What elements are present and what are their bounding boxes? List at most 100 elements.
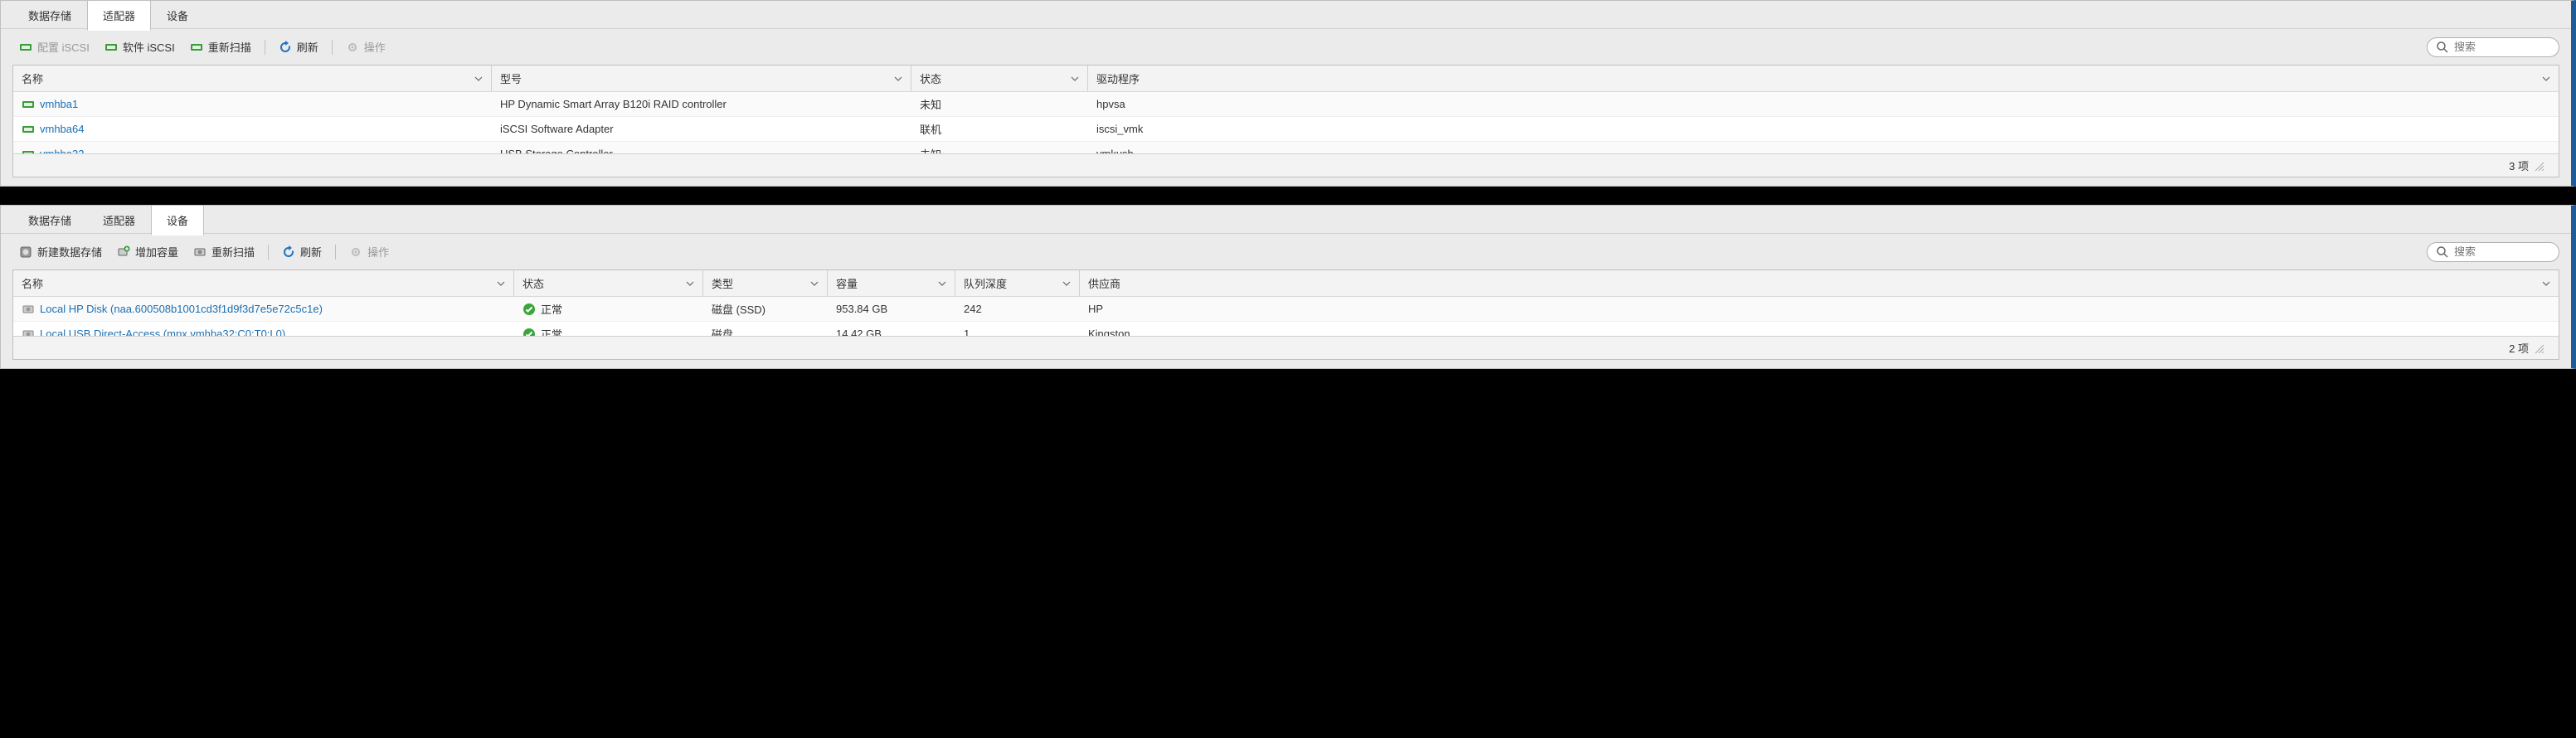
adapter-link[interactable]: vmhba32	[40, 148, 84, 153]
cell-type: 磁盘 (SSD)	[703, 297, 828, 321]
tab-devices[interactable]: 设备	[151, 0, 204, 30]
table-row[interactable]: vmhba64 iSCSI Software Adapter 联机 iscsi_…	[13, 117, 2559, 142]
resize-corner-icon[interactable]	[2534, 161, 2544, 171]
resize-corner-icon[interactable]	[2534, 343, 2544, 353]
rescan-button[interactable]: 重新扫描	[183, 36, 258, 58]
toolbar-panel2: 新建数据存储 增加容量 重新扫描 刷新 操作	[1, 234, 2571, 269]
tab-adapters[interactable]: 适配器	[87, 0, 151, 31]
chevron-down-icon	[810, 279, 819, 288]
cell-status: 未知	[911, 92, 1088, 116]
cell-type: 磁盘	[703, 322, 828, 336]
gear-icon	[349, 245, 362, 259]
search-box[interactable]	[2427, 37, 2559, 57]
col-label: 容量	[836, 275, 858, 291]
col-label: 类型	[712, 275, 733, 291]
col-label: 名称	[22, 275, 43, 291]
col-label: 状态	[920, 70, 941, 86]
datastore-icon	[19, 245, 32, 259]
cell-model: HP Dynamic Smart Array B120i RAID contro…	[492, 92, 911, 116]
cell-model: USB Storage Controller	[492, 142, 911, 153]
refresh-icon	[279, 41, 292, 54]
cell-model: iSCSI Software Adapter	[492, 117, 911, 141]
col-label: 状态	[522, 275, 544, 291]
col-label: 名称	[22, 70, 43, 86]
hba-icon	[19, 41, 32, 54]
gear-icon	[346, 41, 359, 54]
col-label: 供应商	[1088, 275, 1120, 291]
adapter-link[interactable]: vmhba1	[40, 98, 78, 110]
col-status[interactable]: 状态	[911, 66, 1088, 91]
table-row[interactable]: vmhba32 USB Storage Controller 未知 vmkusb	[13, 142, 2559, 153]
actions-label: 操作	[364, 39, 386, 55]
cell-driver: iscsi_vmk	[1088, 117, 2559, 141]
actions-button: 操作	[339, 36, 392, 58]
table-row[interactable]: vmhba1 HP Dynamic Smart Array B120i RAID…	[13, 92, 2559, 117]
increase-capacity-button[interactable]: 增加容量	[110, 240, 185, 263]
cell-vendor: HP	[1080, 297, 2559, 321]
search-box[interactable]	[2427, 242, 2559, 262]
col-name[interactable]: 名称	[13, 66, 492, 91]
new-datastore-label: 新建数据存储	[37, 244, 102, 260]
table-footer: 3 项	[13, 153, 2559, 177]
search-input[interactable]	[2454, 245, 2550, 258]
rescan-label: 重新扫描	[208, 39, 251, 55]
devices-panel: 数据存储 适配器 设备 新建数据存储 增加容量 重新扫描	[0, 205, 2576, 369]
col-model[interactable]: 型号	[492, 66, 911, 91]
device-link[interactable]: Local HP Disk (naa.600508b1001cd3f1d9f3d…	[40, 303, 323, 315]
table-row[interactable]: Local USB Direct-Access (mpx.vmhba32:C0:…	[13, 322, 2559, 336]
refresh-label: 刷新	[300, 244, 322, 260]
search-input[interactable]	[2454, 41, 2550, 53]
chevron-down-icon	[2542, 279, 2550, 288]
cell-status: 正常	[541, 301, 562, 317]
disk-icon	[22, 303, 35, 316]
refresh-button[interactable]: 刷新	[275, 240, 328, 263]
tabs-panel1: 数据存储 适配器 设备	[1, 1, 2571, 29]
configure-iscsi-button: 配置 iSCSI	[12, 36, 96, 58]
col-type[interactable]: 类型	[703, 270, 828, 296]
col-name[interactable]: 名称	[13, 270, 514, 296]
add-capacity-icon	[117, 245, 130, 259]
search-icon	[2436, 245, 2449, 259]
tab-datastores[interactable]: 数据存储	[12, 205, 87, 235]
adapter-link[interactable]: vmhba64	[40, 123, 84, 135]
cell-queue: 242	[955, 297, 1080, 321]
col-label: 驱动程序	[1096, 70, 1140, 86]
new-datastore-button[interactable]: 新建数据存储	[12, 240, 109, 263]
chevron-down-icon	[497, 279, 505, 288]
hba-icon	[22, 123, 35, 136]
rescan-button[interactable]: 重新扫描	[187, 240, 261, 263]
tab-adapters[interactable]: 适配器	[87, 205, 151, 235]
col-capacity[interactable]: 容量	[828, 270, 955, 296]
devices-table: 名称 状态 类型 容量 队列深度 供应商 Local HP Disk (naa.…	[12, 269, 2559, 360]
rescan-label: 重新扫描	[211, 244, 255, 260]
refresh-button[interactable]: 刷新	[272, 36, 325, 58]
tab-datastores[interactable]: 数据存储	[12, 0, 87, 30]
col-status[interactable]: 状态	[514, 270, 703, 296]
footer-count: 3 项	[2509, 158, 2529, 173]
table-footer: 2 项	[13, 336, 2559, 359]
col-vendor[interactable]: 供应商	[1080, 270, 2559, 296]
device-link[interactable]: Local USB Direct-Access (mpx.vmhba32:C0:…	[40, 328, 285, 336]
chevron-down-icon	[686, 279, 694, 288]
chevron-down-icon	[938, 279, 946, 288]
table-row[interactable]: Local HP Disk (naa.600508b1001cd3f1d9f3d…	[13, 297, 2559, 322]
cell-status: 正常	[541, 326, 562, 336]
toolbar-divider	[335, 245, 336, 260]
chevron-down-icon	[1062, 279, 1071, 288]
tab-devices[interactable]: 设备	[151, 205, 204, 235]
col-driver[interactable]: 驱动程序	[1088, 66, 2559, 91]
col-label: 型号	[500, 70, 522, 86]
status-ok-icon	[522, 328, 536, 337]
col-label: 队列深度	[964, 275, 1007, 291]
search-icon	[2436, 41, 2449, 54]
table-header: 名称 状态 类型 容量 队列深度 供应商	[13, 270, 2559, 297]
chevron-down-icon	[1071, 75, 1079, 83]
col-queue[interactable]: 队列深度	[955, 270, 1080, 296]
adapters-table: 名称 型号 状态 驱动程序 vmhba1 HP Dyn	[12, 65, 2559, 177]
software-iscsi-button[interactable]: 软件 iSCSI	[98, 36, 182, 58]
refresh-icon	[282, 245, 295, 259]
disk-icon	[22, 328, 35, 337]
status-ok-icon	[522, 303, 536, 316]
cell-queue: 1	[955, 322, 1080, 336]
footer-count: 2 项	[2509, 340, 2529, 356]
